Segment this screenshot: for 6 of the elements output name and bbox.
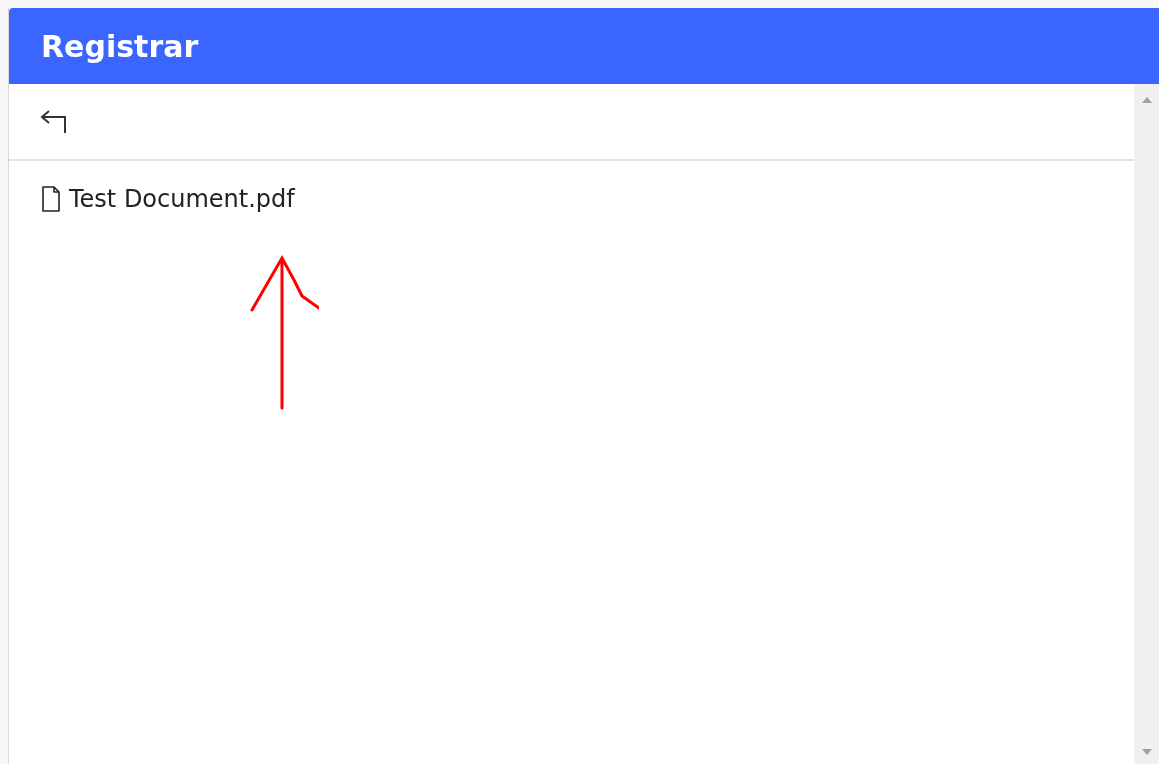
scrollbar[interactable] [1134, 84, 1159, 764]
file-icon [41, 185, 61, 213]
file-name[interactable]: Test Document.pdf [69, 185, 295, 213]
scroll-down-icon[interactable] [1140, 748, 1153, 756]
header-title: Registrar [9, 8, 1159, 84]
scroll-up-icon[interactable] [1140, 96, 1153, 104]
